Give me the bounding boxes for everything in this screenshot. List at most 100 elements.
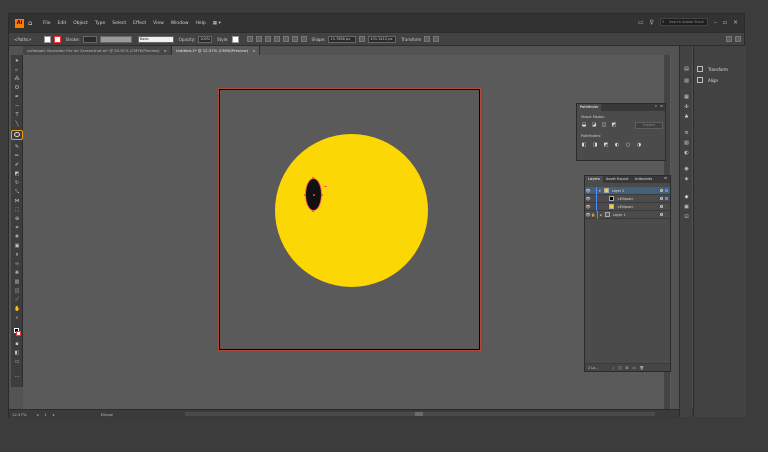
shape-width-field[interactable]: 15.7858 px	[328, 35, 357, 43]
corner-widget[interactable]	[324, 186, 327, 187]
mesh-tool-icon[interactable]: #	[14, 234, 20, 240]
slice-tool-icon[interactable]: ⟋	[14, 297, 20, 303]
align-top-icon[interactable]	[282, 36, 289, 42]
align-center-icon[interactable]	[264, 36, 271, 42]
document-tab-active[interactable]: Untitled-1* @ 12.57% (CMYK/Preview) ×	[171, 46, 261, 55]
pathfinder-tab[interactable]: Pathfinder	[577, 104, 602, 111]
asset-export-tab[interactable]: Asset Export	[603, 176, 632, 183]
align-bottom-icon[interactable]	[300, 36, 307, 42]
transparency-icon[interactable]: ◐	[683, 150, 690, 156]
swatches-icon[interactable]: ▦	[683, 94, 690, 100]
target-circle-icon[interactable]	[660, 213, 663, 216]
screen-mode-icon[interactable]: ▭	[14, 359, 20, 365]
stroke-weight-field[interactable]	[82, 35, 97, 43]
artboards-tab[interactable]: Artboards	[632, 176, 656, 183]
fill-stroke-swatches[interactable]	[14, 328, 21, 338]
lasso-tool-icon[interactable]: ʘ	[14, 85, 20, 91]
artboard-tool-icon[interactable]: ◫	[14, 288, 20, 294]
intersect-icon[interactable]: ◫	[601, 122, 607, 128]
panel-menu-icon[interactable]: ≡	[664, 176, 667, 180]
align-right-icon[interactable]	[273, 36, 280, 42]
align-panel-button[interactable]: Align	[697, 77, 718, 83]
zoom-level[interactable]: 12.57%	[12, 412, 26, 417]
arrange-panel-icon[interactable]	[726, 36, 732, 42]
document-tab[interactable]: sulfatoaki Illustrator File for Screensh…	[23, 46, 172, 55]
close-tab-icon[interactable]: ×	[164, 48, 167, 53]
perspective-grid-tool-icon[interactable]: ⌗	[14, 225, 20, 231]
gradient-tool-icon[interactable]: ▣	[14, 243, 20, 249]
close-button[interactable]: ×	[733, 19, 738, 26]
drawing-mode-icon[interactable]: ◧	[14, 350, 20, 356]
menu-view[interactable]: View	[153, 21, 164, 26]
selection-indicator[interactable]	[665, 189, 668, 192]
minimize-button[interactable]: –	[714, 19, 717, 26]
opacity-field[interactable]: 100%	[198, 35, 213, 43]
appearance-icon[interactable]: ◉	[683, 166, 690, 172]
isolate-icon[interactable]	[424, 36, 431, 42]
visibility-eye-icon[interactable]: 👁	[585, 188, 591, 193]
workspace-switcher-icon[interactable]: ▦ ▾	[213, 21, 221, 26]
envelope-icon[interactable]	[433, 36, 440, 42]
artboard-number[interactable]: 1	[44, 412, 46, 417]
selection-tool-icon[interactable]: ➤	[14, 58, 20, 64]
type-tool-icon[interactable]: T	[14, 112, 20, 118]
scrollbar-thumb[interactable]	[415, 412, 423, 416]
layers-tab[interactable]: Layers	[585, 176, 603, 183]
fill-swatch[interactable]	[43, 35, 51, 43]
properties-icon[interactable]: ▤	[683, 66, 690, 72]
hand-tool-icon[interactable]: ✋	[14, 306, 20, 312]
visibility-eye-icon[interactable]: 👁	[585, 204, 591, 209]
stroke-panel-icon[interactable]: ≡	[683, 130, 690, 136]
anchor-point[interactable]	[312, 210, 314, 212]
paintbrush-tool-icon[interactable]: ✎	[14, 144, 20, 150]
merge-icon[interactable]: ◩	[603, 142, 609, 148]
shape-height-field[interactable]: 431.3415 px	[368, 35, 397, 43]
target-circle-icon[interactable]	[660, 197, 663, 200]
blend-tool-icon[interactable]: ∞	[14, 261, 20, 267]
layer-row[interactable]: 👁 ▾ Layer 2	[585, 186, 670, 195]
link-proportions-icon[interactable]	[359, 36, 366, 42]
menu-help[interactable]: Help	[196, 21, 206, 26]
asset-export-icon[interactable]: ⊡	[683, 214, 690, 220]
eyedropper-tool-icon[interactable]: ⌽	[14, 252, 20, 258]
close-panel-icon[interactable]: ×	[660, 104, 663, 108]
previous-artboard-icon[interactable]: ◂	[36, 412, 38, 417]
column-graph-tool-icon[interactable]: ▥	[14, 279, 20, 285]
exclude-icon[interactable]: ◩	[611, 122, 617, 128]
panel-menu-icon[interactable]	[735, 36, 741, 42]
layer-row[interactable]: 👁 🔒 ▸ Layer 1	[585, 210, 670, 219]
home-icon[interactable]: ⌂	[28, 19, 36, 27]
layer-name[interactable]: <Ellipse>	[617, 197, 634, 201]
close-tab-icon[interactable]: ×	[252, 48, 255, 53]
yellow-circle[interactable]	[275, 134, 428, 287]
align-middle-icon[interactable]	[291, 36, 298, 42]
crop-icon[interactable]: ◐	[614, 142, 620, 148]
magic-wand-tool-icon[interactable]: ⁂	[14, 76, 20, 82]
new-layer-icon[interactable]: ▭	[632, 366, 635, 370]
free-transform-tool-icon[interactable]: ⬚	[14, 207, 20, 213]
divide-icon[interactable]: ◧	[581, 142, 587, 148]
lightbulb-icon[interactable]: ♀	[649, 19, 653, 26]
expand-triangle-icon[interactable]: ▾	[599, 189, 601, 193]
graphic-styles-icon[interactable]: ◈	[683, 176, 690, 182]
scale-tool-icon[interactable]: ⤡	[14, 189, 20, 195]
artboard[interactable]	[219, 89, 480, 350]
maximize-button[interactable]: ▫	[723, 19, 727, 26]
layer-name[interactable]: <Ellipse>	[617, 205, 634, 209]
menu-type[interactable]: Type	[95, 21, 105, 26]
line-tool-icon[interactable]: ╲	[14, 121, 20, 127]
menu-effect[interactable]: Effect	[133, 21, 146, 26]
stroke-swatch[interactable]	[53, 35, 61, 43]
graphic-style-swatch[interactable]	[231, 35, 239, 43]
transform-link[interactable]: Transform	[401, 37, 421, 42]
canvas-area[interactable]	[23, 55, 671, 409]
layer-name[interactable]: Layer 1	[613, 213, 626, 217]
brushes-icon[interactable]: ✣	[683, 104, 690, 110]
shape-builder-tool-icon[interactable]: ⊕	[14, 216, 20, 222]
anchor-point[interactable]	[321, 194, 323, 196]
shaper-tool-icon[interactable]: ✐	[14, 162, 20, 168]
transform-panel-button[interactable]: Transform	[697, 66, 728, 72]
layers-icon[interactable]: ◆	[683, 194, 690, 200]
menu-object[interactable]: Object	[73, 21, 88, 26]
ellipse-tool-icon[interactable]	[11, 130, 23, 140]
